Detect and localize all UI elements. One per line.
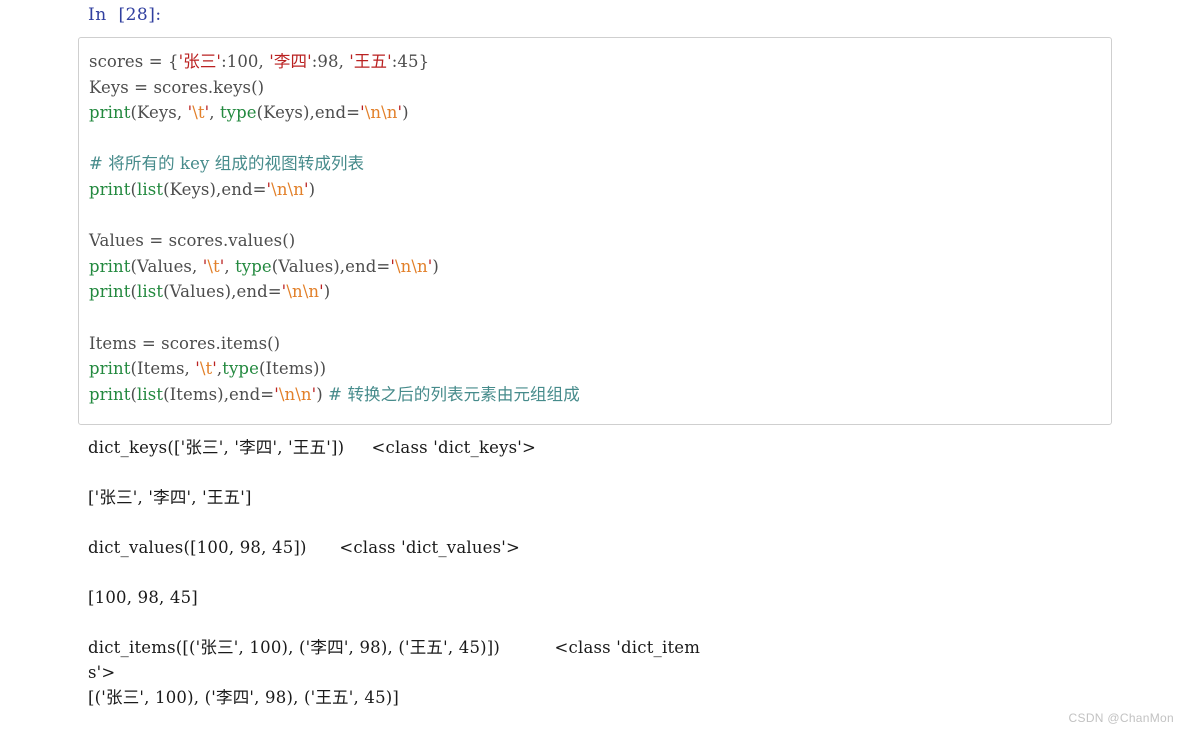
- code-token-plain: scores =: [89, 52, 168, 71]
- code-token-plain: (Keys),end=: [163, 179, 267, 199]
- code-token-plain: (Values),end=: [271, 256, 391, 276]
- code-token-builtin: type: [219, 103, 257, 123]
- code-token-plain: (Items)): [258, 359, 327, 379]
- code-token-escape: \t: [192, 103, 205, 123]
- code-line: scores = {'张三':100, '李四':98, '王五':45}: [89, 49, 1107, 75]
- code-token-builtin: list: [137, 282, 164, 302]
- code-line: Values = scores.values(): [89, 228, 1107, 254]
- output-line: dict_keys(['张三', '李四', '王五']) <class 'di…: [88, 438, 537, 457]
- output-line: s'>: [88, 663, 116, 682]
- code-token-escape: \n\n: [271, 179, 304, 199]
- code-token-plain: (Keys,: [130, 103, 188, 123]
- code-line: print(Values, '\t', type(Values),end='\n…: [89, 254, 1107, 280]
- code-token-plain: (Items),end=: [163, 384, 275, 404]
- code-token-escape: \t: [207, 256, 220, 276]
- code-token-plain: ): [316, 384, 329, 404]
- code-line: # 将所有的 key 组成的视图转成列表: [89, 151, 1107, 177]
- code-token-plain: :45}: [391, 52, 430, 71]
- code-token-builtin: print: [89, 282, 131, 302]
- code-line: print(list(Values),end='\n\n'): [89, 279, 1107, 305]
- code-token-plain: Values = scores.values(): [89, 231, 296, 251]
- code-token-builtin: type: [235, 256, 272, 276]
- code-line: print(Items, '\t',type(Items)): [89, 356, 1107, 382]
- code-token-plain: (Items,: [130, 359, 196, 379]
- code-line: print(Keys, '\t', type(Keys),end='\n\n'): [89, 100, 1107, 126]
- code-token-escape: \t: [199, 359, 213, 379]
- code-token-plain: ): [402, 103, 409, 123]
- code-token-plain: :100,: [221, 52, 270, 71]
- code-token-plain: ,: [209, 103, 220, 123]
- output-line: dict_items([('张三', 100), ('李四', 98), ('王…: [88, 638, 701, 657]
- code-token-builtin: list: [137, 179, 164, 199]
- code-token-builtin: print: [89, 256, 131, 276]
- code-token-escape: \n\n: [394, 256, 428, 276]
- code-token-builtin: print: [89, 179, 131, 199]
- output-line: [('张三', 100), ('李四', 98), ('王五', 45)]: [88, 688, 400, 707]
- code-token-string: '李四': [269, 52, 312, 71]
- code-token-escape: \n\n: [286, 282, 320, 302]
- output-line: dict_values([100, 98, 45]) <class 'dict_…: [88, 538, 521, 557]
- code-editor[interactable]: scores = {'张三':100, '李四':98, '王五':45} Key…: [89, 49, 1107, 407]
- code-token-escape: \n\n: [278, 384, 312, 404]
- code-token-plain: ): [323, 282, 331, 302]
- code-token-comment: # 转换之后的列表元素由元组组成: [328, 384, 580, 404]
- code-token-plain: ): [432, 256, 439, 276]
- code-token-escape: \n\n: [364, 103, 398, 123]
- code-line: print(list(Keys),end='\n\n'): [89, 177, 1107, 203]
- code-token-plain: ,: [224, 256, 236, 276]
- code-token-builtin: type: [222, 359, 259, 379]
- code-token-builtin: print: [89, 359, 131, 379]
- cell-prompt: In [28]:: [88, 0, 162, 30]
- code-token-plain: :98,: [311, 52, 350, 71]
- code-token-string: '王五': [349, 52, 392, 71]
- code-line: Keys = scores.keys(): [89, 75, 1107, 101]
- cell-output: dict_keys(['张三', '李四', '王五']) <class 'di…: [88, 436, 1148, 711]
- code-cell[interactable]: scores = {'张三':100, '李四':98, '王五':45} Key…: [78, 37, 1112, 425]
- code-token-plain: (Keys),end=: [256, 103, 361, 123]
- code-token-plain: Keys = scores.keys(): [89, 77, 265, 97]
- code-token-builtin: print: [89, 384, 131, 404]
- output-line: [100, 98, 45]: [88, 588, 198, 607]
- code-token-comment: # 将所有的 key 组成的视图转成列表: [89, 154, 365, 174]
- code-token-punct: {: [167, 52, 179, 71]
- watermark: CSDN @ChanMon: [1068, 711, 1174, 725]
- code-line: Items = scores.items(): [89, 331, 1107, 357]
- output-line: ['张三', '李四', '王五']: [88, 488, 252, 507]
- code-token-plain: ): [308, 179, 316, 199]
- code-line: print(list(Items),end='\n\n') # 转换之后的列表元…: [89, 382, 1107, 408]
- code-token-string: '张三': [178, 52, 222, 71]
- code-token-plain: (Values),end=: [163, 282, 282, 302]
- execution-count-label: In [28]:: [88, 5, 162, 25]
- code-token-plain: (Values,: [130, 256, 203, 276]
- code-token-plain: Items = scores.items(): [89, 333, 281, 353]
- code-token-builtin: list: [137, 384, 164, 404]
- code-token-builtin: print: [89, 103, 131, 123]
